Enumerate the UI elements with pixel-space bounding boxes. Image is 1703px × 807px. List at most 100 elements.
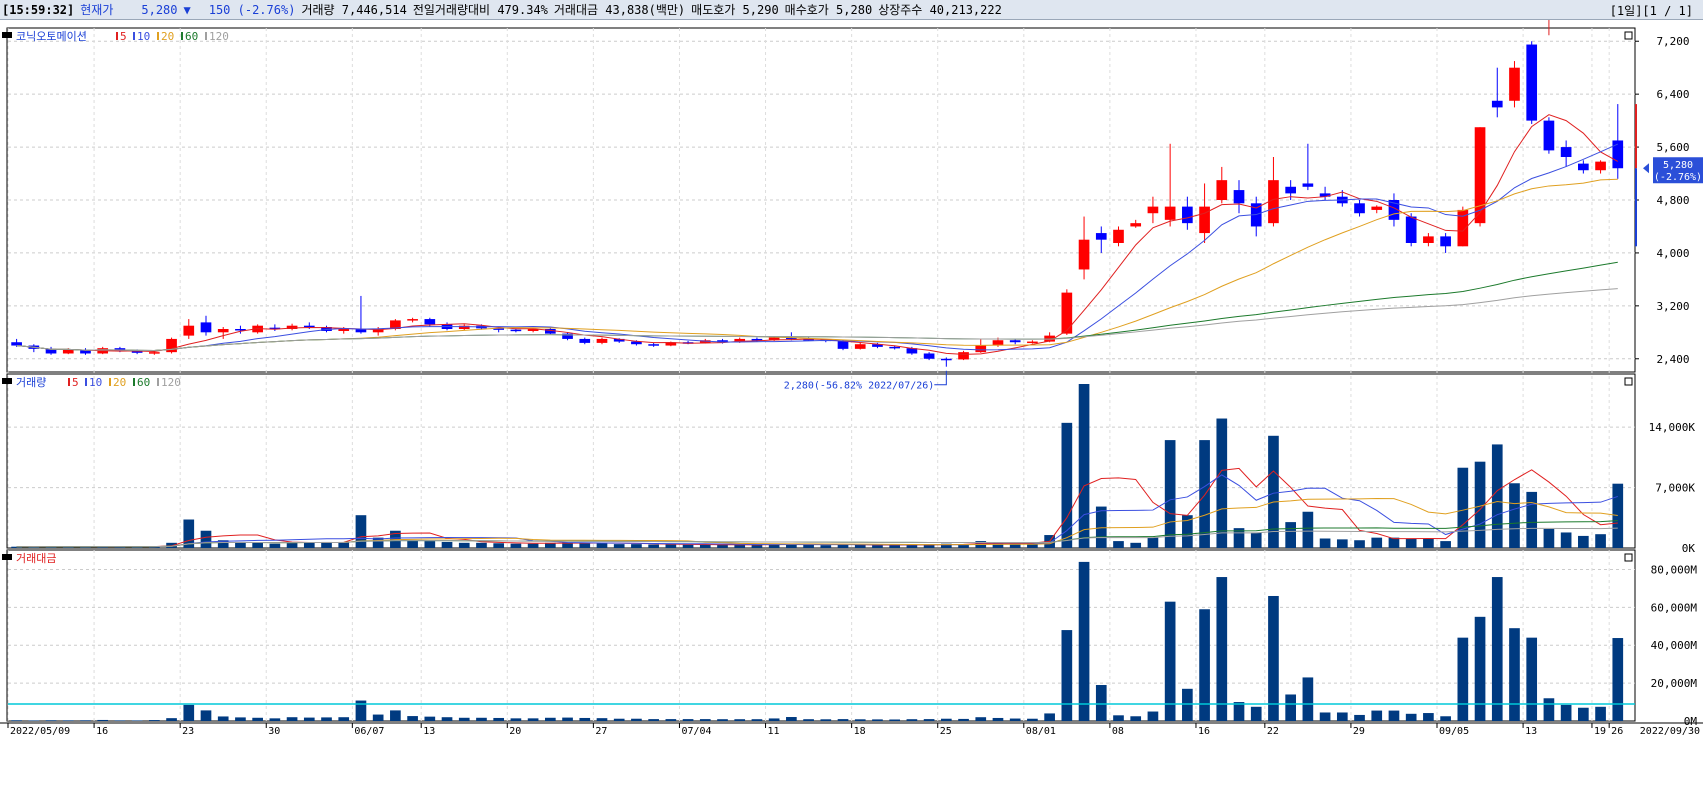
candle-body xyxy=(1440,236,1451,247)
amount-bar xyxy=(1009,718,1021,721)
amount-bar xyxy=(889,719,901,721)
amount-bar xyxy=(303,717,315,721)
amount-bar xyxy=(1319,712,1331,721)
candle-body xyxy=(424,319,436,325)
amount-bar xyxy=(1509,628,1520,721)
price-tick-label: 3,200 xyxy=(1656,300,1689,313)
volume-bar xyxy=(476,542,487,548)
panel-menu-icon[interactable] xyxy=(2,378,12,384)
candle-body xyxy=(1216,180,1228,200)
volume-bar xyxy=(596,543,608,548)
price-tick-label: 7,200 xyxy=(1656,35,1689,48)
amount-bar xyxy=(906,719,918,721)
amount-bar xyxy=(562,717,573,721)
amount-bar xyxy=(1027,718,1038,721)
amount-bar xyxy=(1440,716,1451,721)
ma-legend-label: 120 xyxy=(209,30,229,43)
x-tick-label: 23 xyxy=(182,726,194,737)
amount-bar xyxy=(1147,711,1159,721)
volume-bar xyxy=(1164,440,1176,548)
price-tick-label: 6,400 xyxy=(1656,88,1689,101)
down-arrow-icon: ▼ xyxy=(183,2,191,17)
volume-bar xyxy=(1560,532,1572,548)
volume-bar xyxy=(510,543,522,548)
x-tick-label: 13 xyxy=(1525,726,1537,737)
amount-bar xyxy=(97,719,109,721)
x-tick-label: 09/05 xyxy=(1439,726,1469,737)
volume-bar xyxy=(631,544,642,548)
ma-legend-swatch xyxy=(116,32,118,40)
volume-bar xyxy=(493,543,505,548)
amount-bar xyxy=(510,718,522,721)
candle-body xyxy=(1095,233,1107,240)
ma-legend-label: 20 xyxy=(113,376,126,389)
candle-body xyxy=(1595,161,1606,171)
amount-bar xyxy=(820,719,832,721)
volume-bar xyxy=(1405,538,1417,548)
amount-bar xyxy=(992,717,1004,721)
amount-bar xyxy=(131,720,143,721)
amount-bar xyxy=(269,718,281,721)
stock-chart[interactable]: 7,200 6,400 5,600 4,800 4,000 3,200 2,400 14,00… xyxy=(0,20,1703,807)
volume-summary: 거래량 7,446,514 xyxy=(301,3,407,17)
price-change: 150 (-2.76%) xyxy=(208,2,296,17)
x-tick-label: 19 xyxy=(1594,726,1606,737)
ma-legend-label: 60 xyxy=(137,376,150,389)
amount-bar xyxy=(1233,702,1245,721)
ma-legend-label: 20 xyxy=(161,30,174,43)
amount-bar xyxy=(1423,713,1434,721)
low-price-note: 2,280(-56.82% 2022/07/26) xyxy=(784,381,935,392)
volume-ratio: 전일거래량대비 479.34% xyxy=(412,3,548,17)
volume-bar xyxy=(1216,418,1228,548)
candle-body xyxy=(596,338,608,343)
volume-panel xyxy=(6,373,1636,549)
amount-bar xyxy=(854,719,866,721)
current-price-marker xyxy=(1643,163,1649,174)
x-tick-label: 29 xyxy=(1353,726,1365,737)
volume-bar xyxy=(1354,540,1365,548)
quote-header: [15:59:32] 현재가 5,280 ▼ 150 (-2.76%) 거래량 … xyxy=(0,0,1703,20)
amount-bar xyxy=(286,717,298,721)
volume-bar xyxy=(717,544,728,548)
volume-bar xyxy=(751,544,763,548)
chart-grid xyxy=(0,27,1703,728)
ma-legend-swatch xyxy=(157,32,159,40)
candle-body xyxy=(1578,163,1589,171)
panel-menu-icon[interactable] xyxy=(2,554,12,560)
amount-bar xyxy=(786,717,797,721)
candle-body xyxy=(958,352,969,360)
candle-body xyxy=(1371,206,1383,210)
volume-bar xyxy=(872,545,883,548)
panel-maximize-icon[interactable] xyxy=(1624,31,1633,40)
candle-body xyxy=(854,344,866,349)
amount-bar xyxy=(872,719,883,721)
amount-bar xyxy=(1078,561,1090,721)
page-indicator[interactable]: [1일][1 / 1] xyxy=(1610,2,1693,19)
amount-bar xyxy=(1405,713,1417,721)
bid-price: 매수호가 5,280 xyxy=(784,3,873,17)
ma-legend-label: 5 xyxy=(120,30,127,43)
amount-bar xyxy=(1164,601,1176,721)
candle-body xyxy=(149,352,160,354)
volume-ma-5 xyxy=(16,467,1618,548)
candle-body xyxy=(940,358,952,361)
volume-bar xyxy=(820,545,832,548)
ma-legend-label: 120 xyxy=(161,376,181,389)
amount-tick-label: 20,000M xyxy=(1651,677,1698,690)
candle-body xyxy=(303,325,315,328)
volume-bar xyxy=(699,544,711,548)
amount-bar xyxy=(80,720,91,721)
panel-maximize-icon[interactable] xyxy=(1624,553,1633,562)
amount-bar xyxy=(252,717,263,721)
amount-bar xyxy=(648,719,659,721)
amount-bar xyxy=(699,719,711,721)
price-ma-5 xyxy=(16,114,1619,355)
x-end-label: 2022/09/30 xyxy=(1640,726,1700,737)
volume-bar xyxy=(1302,511,1314,548)
panel-maximize-icon[interactable] xyxy=(1624,377,1633,386)
x-tick-label: 27 xyxy=(595,726,607,737)
amount-bar xyxy=(183,704,195,721)
panel-menu-icon[interactable] xyxy=(2,32,12,38)
amount-bar xyxy=(1595,706,1606,721)
amount-bar xyxy=(338,717,350,721)
